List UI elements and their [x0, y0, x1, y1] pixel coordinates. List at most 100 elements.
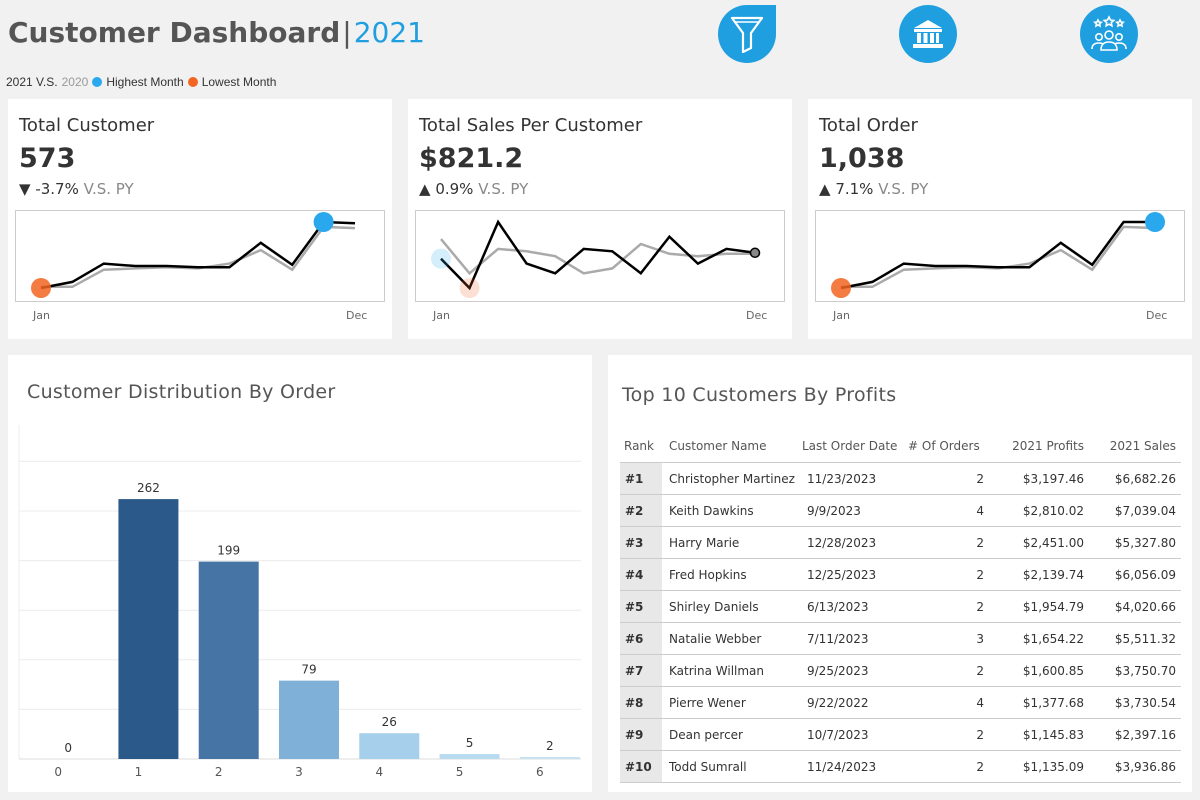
top10-title: Top 10 Customers By Profits [622, 384, 897, 406]
x-tick-label: 0 [54, 765, 62, 779]
cell-orders: 4 [976, 695, 984, 710]
col-orders[interactable]: # Of Orders [908, 439, 984, 453]
table-row[interactable]: #3 Harry Marie 12/28/2023 2 $2,451.00 $5,327.… [620, 527, 1181, 559]
cell-sales: $2,397.16 [1114, 727, 1176, 742]
bank-button[interactable] [899, 5, 957, 63]
x-end-label: Dec [1146, 309, 1168, 322]
cell-profits: $2,139.74 [1022, 567, 1084, 582]
x-tick-label: 4 [375, 765, 383, 779]
cell-sales: $7,039.04 [1114, 503, 1176, 518]
cell-name: Natalie Webber [669, 631, 762, 646]
up-arrow-icon: ▲ [419, 180, 431, 198]
bar-value-label: 2 [546, 739, 554, 753]
cell-name: Dean percer [669, 727, 743, 742]
cell-orders: 2 [976, 535, 984, 550]
cell-sales: $3,730.54 [1114, 695, 1176, 710]
top10-table: Rank Customer Name Last Order Date # Of … [620, 429, 1181, 783]
cell-name: Shirley Daniels [669, 599, 759, 614]
cell-name: Katrina Willman [669, 663, 765, 678]
lowest-month-marker [831, 278, 851, 298]
table-row[interactable]: #4 Fred Hopkins 12/25/2023 2 $2,139.74 $6,056… [620, 559, 1181, 591]
cell-profits: $3,197.46 [1022, 471, 1084, 486]
x-start-label: Jan [833, 309, 850, 322]
previous-year-line [41, 225, 356, 289]
cell-sales: $3,936.86 [1114, 759, 1176, 774]
cell-profits: $1,600.85 [1022, 663, 1084, 678]
cell-sales: $3,750.70 [1114, 663, 1176, 678]
sparkline-chart [431, 219, 761, 298]
distribution-card: Customer Distribution By Order 0 0 262 1 199… [8, 355, 592, 792]
table-row[interactable]: #1 Christopher Martinez 11/23/2023 2 $3,197.… [620, 463, 1181, 495]
cell-sales: $5,511.32 [1114, 631, 1176, 646]
cell-date: 10/7/2023 [807, 727, 869, 742]
bar-value-label: 5 [466, 736, 474, 750]
title-separator: | [342, 16, 352, 49]
sparkline: Jan Dec [815, 210, 1185, 330]
kpi-card-total-customer: Total Customer 573 ▼ -3.7% V.S. PY Jan D… [8, 99, 392, 339]
col-name[interactable]: Customer Name [662, 439, 802, 453]
kpi-delta-value: 0.9% [435, 180, 474, 198]
cell-orders: 3 [976, 631, 984, 646]
customers-button[interactable] [1080, 5, 1138, 63]
kpi-value: 573 [19, 143, 76, 174]
col-rank[interactable]: Rank [620, 439, 662, 453]
cell-date: 6/13/2023 [807, 599, 869, 614]
cell-rank: #9 [620, 719, 662, 750]
col-sales[interactable]: 2021 Sales [1084, 439, 1176, 453]
kpi-value: 1,038 [819, 143, 905, 174]
col-profits[interactable]: 2021 Profits [984, 439, 1084, 453]
cell-orders: 4 [976, 503, 984, 518]
bar-value-label: 199 [217, 544, 240, 558]
lowest-month-marker [31, 278, 51, 298]
highest-month-marker [1145, 212, 1165, 232]
cell-sales: $5,327.80 [1114, 535, 1176, 550]
kpi-label: Total Order [819, 115, 918, 136]
cell-date: 9/22/2022 [807, 695, 869, 710]
sparkline-chart [31, 212, 356, 298]
kpi-value: $821.2 [419, 143, 524, 174]
bar-value-label: 26 [382, 715, 397, 729]
cell-profits: $1,954.79 [1022, 599, 1084, 614]
highest-month-marker [431, 248, 451, 269]
cell-profits: $2,451.00 [1022, 535, 1084, 550]
cell-name: Todd Sumrall [669, 759, 747, 774]
bar-2 [198, 561, 259, 759]
x-tick-label: 3 [295, 765, 303, 779]
cell-rank: #10 [620, 751, 662, 782]
kpi-delta: ▲ 7.1% V.S. PY [819, 180, 928, 198]
cell-name: Pierre Wener [669, 695, 746, 710]
kpi-delta-value: -3.7% [35, 180, 79, 198]
x-tick-label: 6 [536, 765, 544, 779]
cell-date: 7/11/2023 [807, 631, 869, 646]
cell-rank: #8 [620, 687, 662, 718]
legend-lowest: Lowest Month [201, 75, 277, 89]
legend-highest: Highest Month [106, 75, 184, 89]
distribution-bar-chart: 00262119927932645526 [18, 425, 581, 779]
x-tick-label: 5 [456, 765, 464, 779]
kpi-label: Total Customer [19, 115, 155, 136]
kpi-delta: ▼ -3.7% V.S. PY [19, 180, 134, 198]
table-row[interactable]: #6 Natalie Webber 7/11/2023 3 $1,654.22 $5,51… [620, 623, 1181, 655]
table-row[interactable]: #9 Dean percer 10/7/2023 2 $1,145.83 $2,397.1… [620, 719, 1181, 751]
bar-value-label: 79 [301, 663, 316, 677]
table-row[interactable]: #10 Todd Sumrall 11/24/2023 2 $1,135.09 $3,93… [620, 751, 1181, 783]
table-row[interactable]: #5 Shirley Daniels 6/13/2023 2 $1,954.79 $4,0… [620, 591, 1181, 623]
cell-rank: #7 [620, 655, 662, 686]
legend: 2021 V.S. 2020 Highest Month Lowest Mont… [6, 75, 276, 89]
table-row[interactable]: #8 Pierre Wener 9/22/2022 4 $1,377.68 $3,730.… [620, 687, 1181, 719]
sparkline: Jan Dec [415, 210, 785, 330]
cell-orders: 2 [976, 663, 984, 678]
filter-button[interactable] [718, 5, 776, 63]
cell-name: Fred Hopkins [669, 567, 747, 582]
highest-month-marker [313, 212, 334, 232]
table-row[interactable]: #2 Keith Dawkins 9/9/2023 4 $2,810.02 $7,039.… [620, 495, 1181, 527]
cell-profits: $1,377.68 [1022, 695, 1084, 710]
bar-6 [519, 757, 580, 759]
title-text: Customer Dashboard [8, 16, 341, 49]
lowest-dot-icon [187, 77, 198, 87]
col-date[interactable]: Last Order Date [802, 439, 908, 453]
table-row[interactable]: #7 Katrina Willman 9/25/2023 2 $1,600.85 $3,7… [620, 655, 1181, 687]
highest-dot-icon [92, 77, 103, 87]
cell-name: Keith Dawkins [669, 503, 754, 518]
cell-sales: $6,682.26 [1114, 471, 1176, 486]
